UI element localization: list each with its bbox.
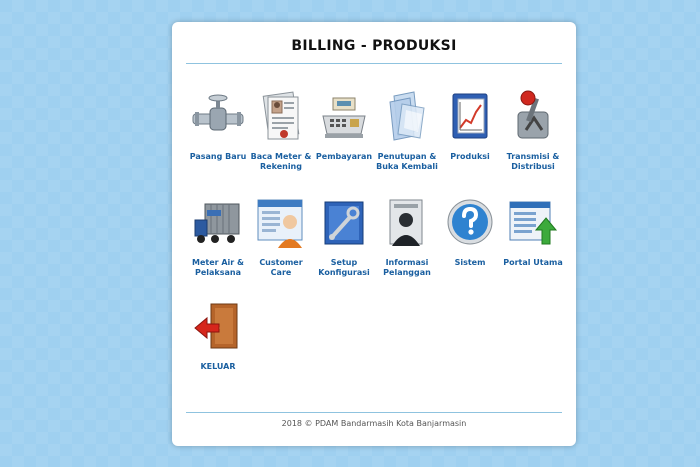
menu-meter-air-pelaksana[interactable]: Meter Air & Pelaksana: [186, 196, 250, 278]
document-person-icon: [262, 91, 300, 140]
menu-setup-konfigurasi[interactable]: Setup Konfigurasi: [312, 196, 376, 278]
user-profile-icon: [389, 199, 423, 246]
valve-icon: [192, 94, 244, 131]
exit-door-icon: [194, 303, 238, 349]
cash-register-icon: [322, 97, 366, 138]
menu-pembayaran[interactable]: Pembayaran: [312, 90, 376, 162]
menu-sistem[interactable]: Sistem: [438, 196, 502, 268]
menu-label: Customer Care: [259, 258, 303, 277]
wrench-box-icon: [324, 201, 364, 245]
menu-label: Setup Konfigurasi: [318, 258, 370, 277]
customer-form-icon: [257, 199, 303, 248]
menu-label: Pembayaran: [315, 152, 373, 161]
menu-label: Baca Meter & Rekening: [250, 152, 312, 171]
menu-label: Informasi Pelanggan: [383, 258, 431, 277]
footer-divider: [186, 412, 562, 413]
main-panel: BILLING - PRODUKSI Pasang Baru Baca Mete…: [172, 22, 576, 446]
chart-book-icon: [452, 93, 488, 139]
menu-label: Pasang Baru: [189, 152, 247, 161]
menu-penutupan-buka-kembali[interactable]: Penutupan & Buka Kembali: [375, 90, 439, 172]
menu-informasi-pelanggan[interactable]: Informasi Pelanggan: [375, 196, 439, 278]
help-icon: [447, 199, 493, 245]
footer-copyright: 2018 © PDAM Bandarmasih Kota Banjarmasin: [281, 419, 467, 428]
menu-baca-meter-rekening[interactable]: Baca Meter & Rekening: [249, 90, 313, 172]
menu-label: Penutupan & Buka Kembali: [376, 152, 438, 171]
menu-pasang-baru[interactable]: Pasang Baru: [186, 90, 250, 162]
menu-produksi[interactable]: Produksi: [438, 90, 502, 162]
portal-upload-icon: [509, 201, 558, 245]
menu-keluar[interactable]: KELUAR: [186, 300, 250, 372]
menu-label: Produksi: [450, 152, 490, 161]
menu-label: Portal Utama: [503, 258, 563, 267]
menu-transmisi-distribusi[interactable]: Transmisi & Distribusi: [501, 90, 565, 172]
folders-icon: [389, 91, 425, 141]
title-divider: [186, 63, 562, 64]
lever-icon: [517, 90, 549, 139]
menu-label: Transmisi & Distribusi: [506, 152, 560, 171]
menu-label: Sistem: [454, 258, 486, 267]
page-title: BILLING - PRODUKSI: [291, 38, 457, 54]
menu-portal-utama[interactable]: Portal Utama: [501, 196, 565, 268]
truck-icon: [194, 203, 240, 243]
menu-label: Meter Air & Pelaksana: [191, 258, 244, 277]
menu-label: KELUAR: [200, 362, 236, 371]
menu-customer-care[interactable]: Customer Care: [249, 196, 313, 278]
